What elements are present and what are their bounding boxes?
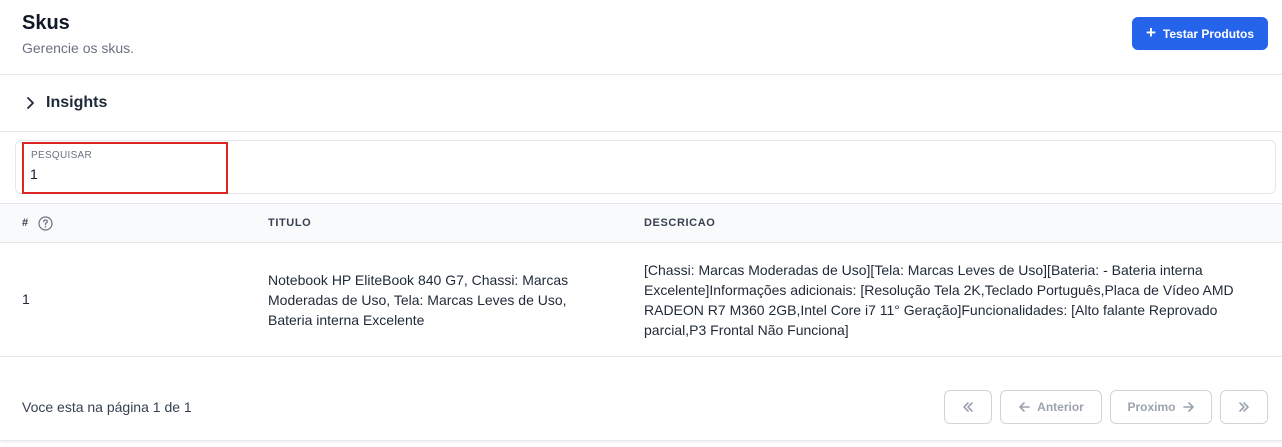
page-header: Skus Gerencie os skus. + Testar Produtos bbox=[0, 0, 1282, 75]
table-row[interactable]: 1 Notebook HP EliteBook 840 G7, Chassi: … bbox=[0, 243, 1282, 357]
row-title: Notebook HP EliteBook 840 G7, Chassi: Ma… bbox=[268, 270, 608, 330]
next-label: Proximo bbox=[1127, 400, 1176, 414]
test-products-button[interactable]: + Testar Produtos bbox=[1132, 17, 1268, 50]
double-chevron-right-icon bbox=[1239, 402, 1249, 412]
arrow-right-icon bbox=[1182, 402, 1194, 412]
double-chevron-left-icon bbox=[963, 402, 973, 412]
row-description: [Chassi: Marcas Moderadas de Uso][Tela: … bbox=[644, 260, 1274, 340]
row-title-line: Bateria interna Excelente bbox=[268, 312, 425, 328]
table-header: # TITULO DESCRICAO bbox=[0, 203, 1282, 243]
row-title-line: Notebook HP EliteBook 840 G7, Chassi: Ma… bbox=[268, 272, 569, 288]
column-header-number[interactable]: # bbox=[22, 217, 29, 229]
insights-toggle[interactable]: Insights bbox=[0, 75, 1282, 132]
chevron-right-icon bbox=[27, 97, 34, 109]
row-description-line: [Chassi: Marcas Moderadas de Uso][Tela: … bbox=[644, 262, 1203, 278]
row-description-line: Excelente]Informações adicionais: [Resol… bbox=[644, 282, 1234, 298]
search-label: PESQUISAR bbox=[31, 150, 93, 161]
next-page-button[interactable]: Proximo bbox=[1110, 390, 1212, 424]
row-description-line: RADEON R7 M360 2GB,Intel Core i7 11° Ger… bbox=[644, 302, 1218, 318]
row-title-line: Moderadas de Uso, Tela: Marcas Leves de … bbox=[268, 292, 567, 308]
previous-label: Anterior bbox=[1037, 400, 1084, 414]
row-id: 1 bbox=[22, 291, 30, 307]
pagination-bar: Voce esta na página 1 de 1 Anterior Prox… bbox=[0, 357, 1282, 441]
row-description-line: parcial,P3 Frontal Não Funciona] bbox=[644, 322, 849, 338]
plus-icon: + bbox=[1145, 23, 1156, 42]
test-products-label: Testar Produtos bbox=[1162, 26, 1255, 41]
last-page-button[interactable] bbox=[1220, 390, 1268, 424]
help-icon[interactable] bbox=[38, 216, 53, 231]
page-title: Skus bbox=[22, 12, 70, 34]
column-header-descricao[interactable]: DESCRICAO bbox=[644, 217, 715, 229]
page-info: Voce esta na página 1 de 1 bbox=[22, 399, 192, 415]
column-header-titulo[interactable]: TITULO bbox=[268, 217, 311, 229]
search-input[interactable] bbox=[30, 164, 220, 184]
arrow-left-icon bbox=[1019, 402, 1030, 412]
previous-page-button[interactable]: Anterior bbox=[1000, 390, 1102, 424]
page-subtitle: Gerencie os skus. bbox=[22, 40, 135, 56]
first-page-button[interactable] bbox=[944, 390, 992, 424]
insights-label: Insights bbox=[46, 94, 108, 111]
